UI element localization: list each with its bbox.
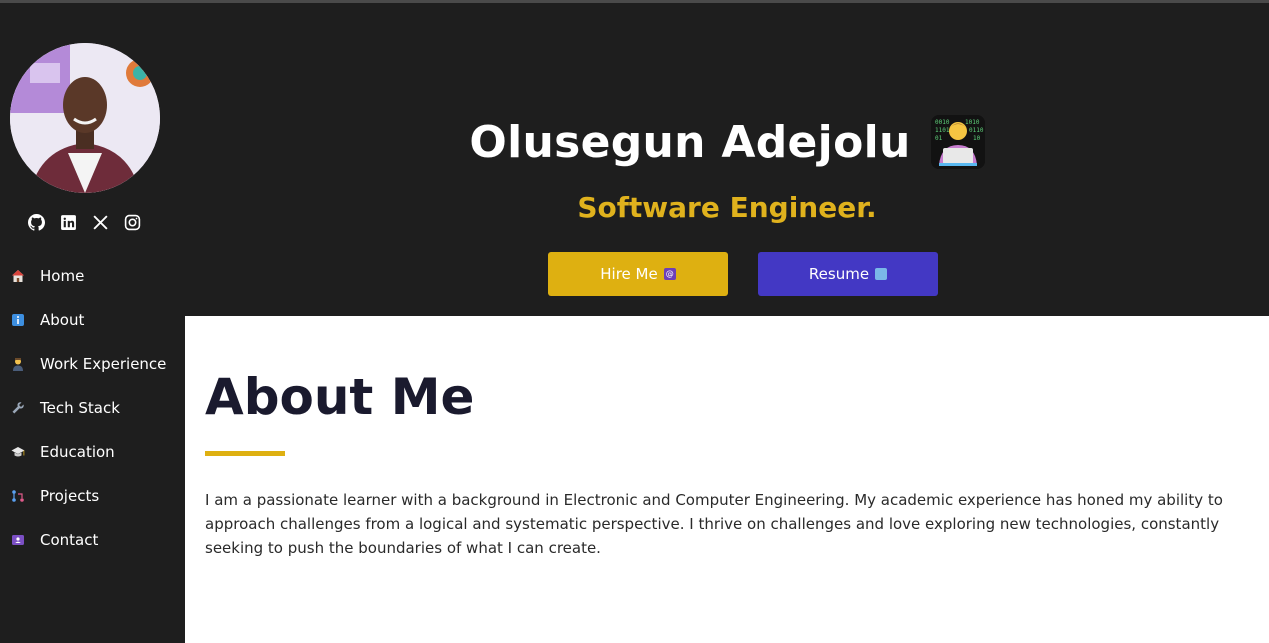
at-sign-icon: @ xyxy=(663,268,676,280)
sidebar-item-label: Home xyxy=(40,267,85,285)
social-links xyxy=(27,213,141,231)
about-section: About Me I am a passionate learner with … xyxy=(185,316,1269,643)
svg-text:10: 10 xyxy=(973,135,981,142)
sidebar-item-label: About xyxy=(40,311,85,329)
svg-text:0010: 0010 xyxy=(935,119,950,126)
about-title-underline xyxy=(205,451,285,456)
hero-subtitle: Software Engineer. xyxy=(577,191,877,224)
resume-label: Resume xyxy=(808,265,870,283)
sidebar-item-label: Work Experience xyxy=(40,355,167,373)
avatar xyxy=(10,43,160,193)
projects-icon xyxy=(10,488,26,504)
hero-name: Olusegun Adejolu xyxy=(469,116,911,168)
sidebar-item-label: Projects xyxy=(40,487,100,505)
hero-name-row: Olusegun Adejolu 0010 1010 1101 0110 01 10 xyxy=(185,115,1269,169)
sidebar-item-contact[interactable]: Contact xyxy=(0,518,185,562)
sidebar-item-home[interactable]: Home xyxy=(0,254,185,298)
svg-text:1101: 1101 xyxy=(935,127,950,134)
linkedin-icon[interactable] xyxy=(59,213,77,231)
hero-buttons: Hire Me @ Resume xyxy=(548,252,938,296)
graduation-cap-icon xyxy=(10,444,26,460)
resume-button[interactable]: Resume xyxy=(758,252,938,296)
sidebar-item-tech-stack[interactable]: Tech Stack xyxy=(0,386,185,430)
document-icon xyxy=(875,268,888,280)
about-text: I am a passionate learner with a backgro… xyxy=(205,491,1223,557)
svg-text:1010: 1010 xyxy=(965,119,980,126)
github-icon[interactable] xyxy=(27,213,45,231)
instagram-icon[interactable] xyxy=(123,213,141,231)
svg-text:0110: 0110 xyxy=(969,127,984,134)
hero-section: Olusegun Adejolu 0010 1010 1101 0110 01 10 … xyxy=(185,3,1269,316)
home-icon xyxy=(10,268,26,284)
wrench-icon xyxy=(10,400,26,416)
x-icon[interactable] xyxy=(91,213,109,231)
sidebar-item-about[interactable]: About xyxy=(0,298,185,342)
worker-icon xyxy=(10,356,26,372)
info-icon xyxy=(10,312,26,328)
technologist-icon: 0010 1010 1101 0110 01 10 xyxy=(930,115,985,169)
sidebar-item-label: Tech Stack xyxy=(40,399,120,417)
about-title: About Me xyxy=(205,368,475,426)
hire-me-label: Hire Me xyxy=(600,265,658,283)
sidebar-item-label: Education xyxy=(40,443,115,461)
svg-text:01: 01 xyxy=(935,135,943,142)
sidebar-nav: Home About Work Experience Tech Stack Ed… xyxy=(0,254,185,562)
sidebar-item-education[interactable]: Education xyxy=(0,430,185,474)
sidebar-item-label: Contact xyxy=(40,531,99,549)
sidebar: Home About Work Experience Tech Stack Ed… xyxy=(0,3,185,643)
sidebar-item-projects[interactable]: Projects xyxy=(0,474,185,518)
hire-me-button[interactable]: Hire Me @ xyxy=(548,252,728,296)
contact-card-icon xyxy=(10,532,26,548)
sidebar-item-work-experience[interactable]: Work Experience xyxy=(0,342,185,386)
